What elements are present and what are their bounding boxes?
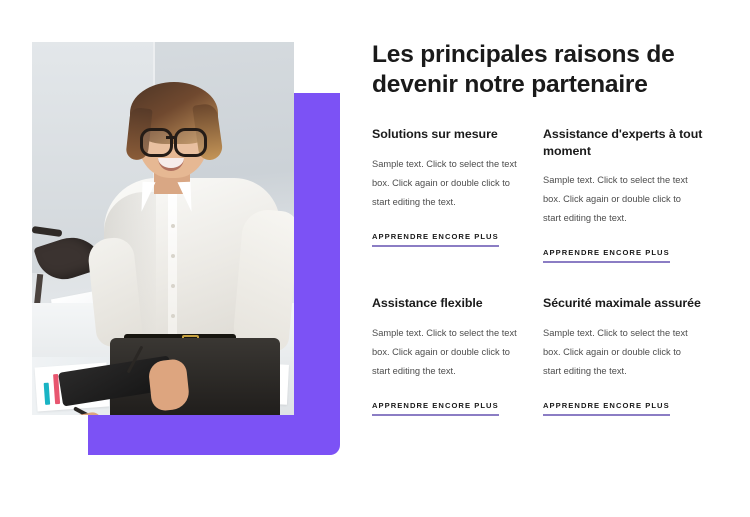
photo-background [32, 42, 294, 415]
learn-more-link[interactable]: APPRENDRE ENCORE PLUS [543, 248, 670, 263]
page-root: Les principales raisons de devenir notre… [0, 0, 750, 517]
feature-grid: Solutions sur mesure Sample text. Click … [372, 126, 710, 416]
hero-visual [0, 0, 355, 517]
learn-more-link[interactable]: APPRENDRE ENCORE PLUS [543, 401, 670, 416]
feature-card-body: Sample text. Click to select the text bo… [372, 327, 517, 376]
hero-photo [32, 42, 294, 415]
shirt-placket [168, 194, 177, 340]
learn-more-link[interactable]: APPRENDRE ENCORE PLUS [372, 401, 499, 416]
feature-card-solutions: Solutions sur mesure Sample text. Click … [372, 126, 539, 263]
feature-card-flexible-assistance: Assistance flexible Sample text. Click t… [372, 295, 539, 416]
feature-card-title: Sécurité maximale assurée [543, 296, 701, 310]
page-title: Les principales raisons de devenir notre… [372, 41, 675, 98]
feature-card-maximum-security: Sécurité maximale assurée Sample text. C… [543, 295, 714, 416]
feature-card-body: Sample text. Click to select the text bo… [543, 327, 688, 376]
eyeglasses-right-lens [174, 128, 207, 157]
feature-card-expert-assistance: Assistance d'experts à tout moment Sampl… [543, 126, 714, 263]
feature-card-title: Solutions sur mesure [372, 127, 498, 141]
shirt-collar-left [141, 181, 156, 213]
feature-card-body: Sample text. Click to select the text bo… [372, 158, 517, 207]
feature-card-title: Assistance d'experts à tout moment [543, 127, 703, 158]
feature-card-body: Sample text. Click to select the text bo… [543, 175, 688, 223]
feature-card-title: Assistance flexible [372, 296, 483, 310]
learn-more-link[interactable]: APPRENDRE ENCORE PLUS [372, 232, 499, 247]
eyeglasses-left-lens [140, 128, 173, 157]
person-right-hand [147, 358, 191, 412]
shirt-collar-right [177, 181, 192, 213]
content-column: Les principales raisons de devenir notre… [370, 0, 710, 517]
eyeglasses-bridge [166, 136, 175, 139]
